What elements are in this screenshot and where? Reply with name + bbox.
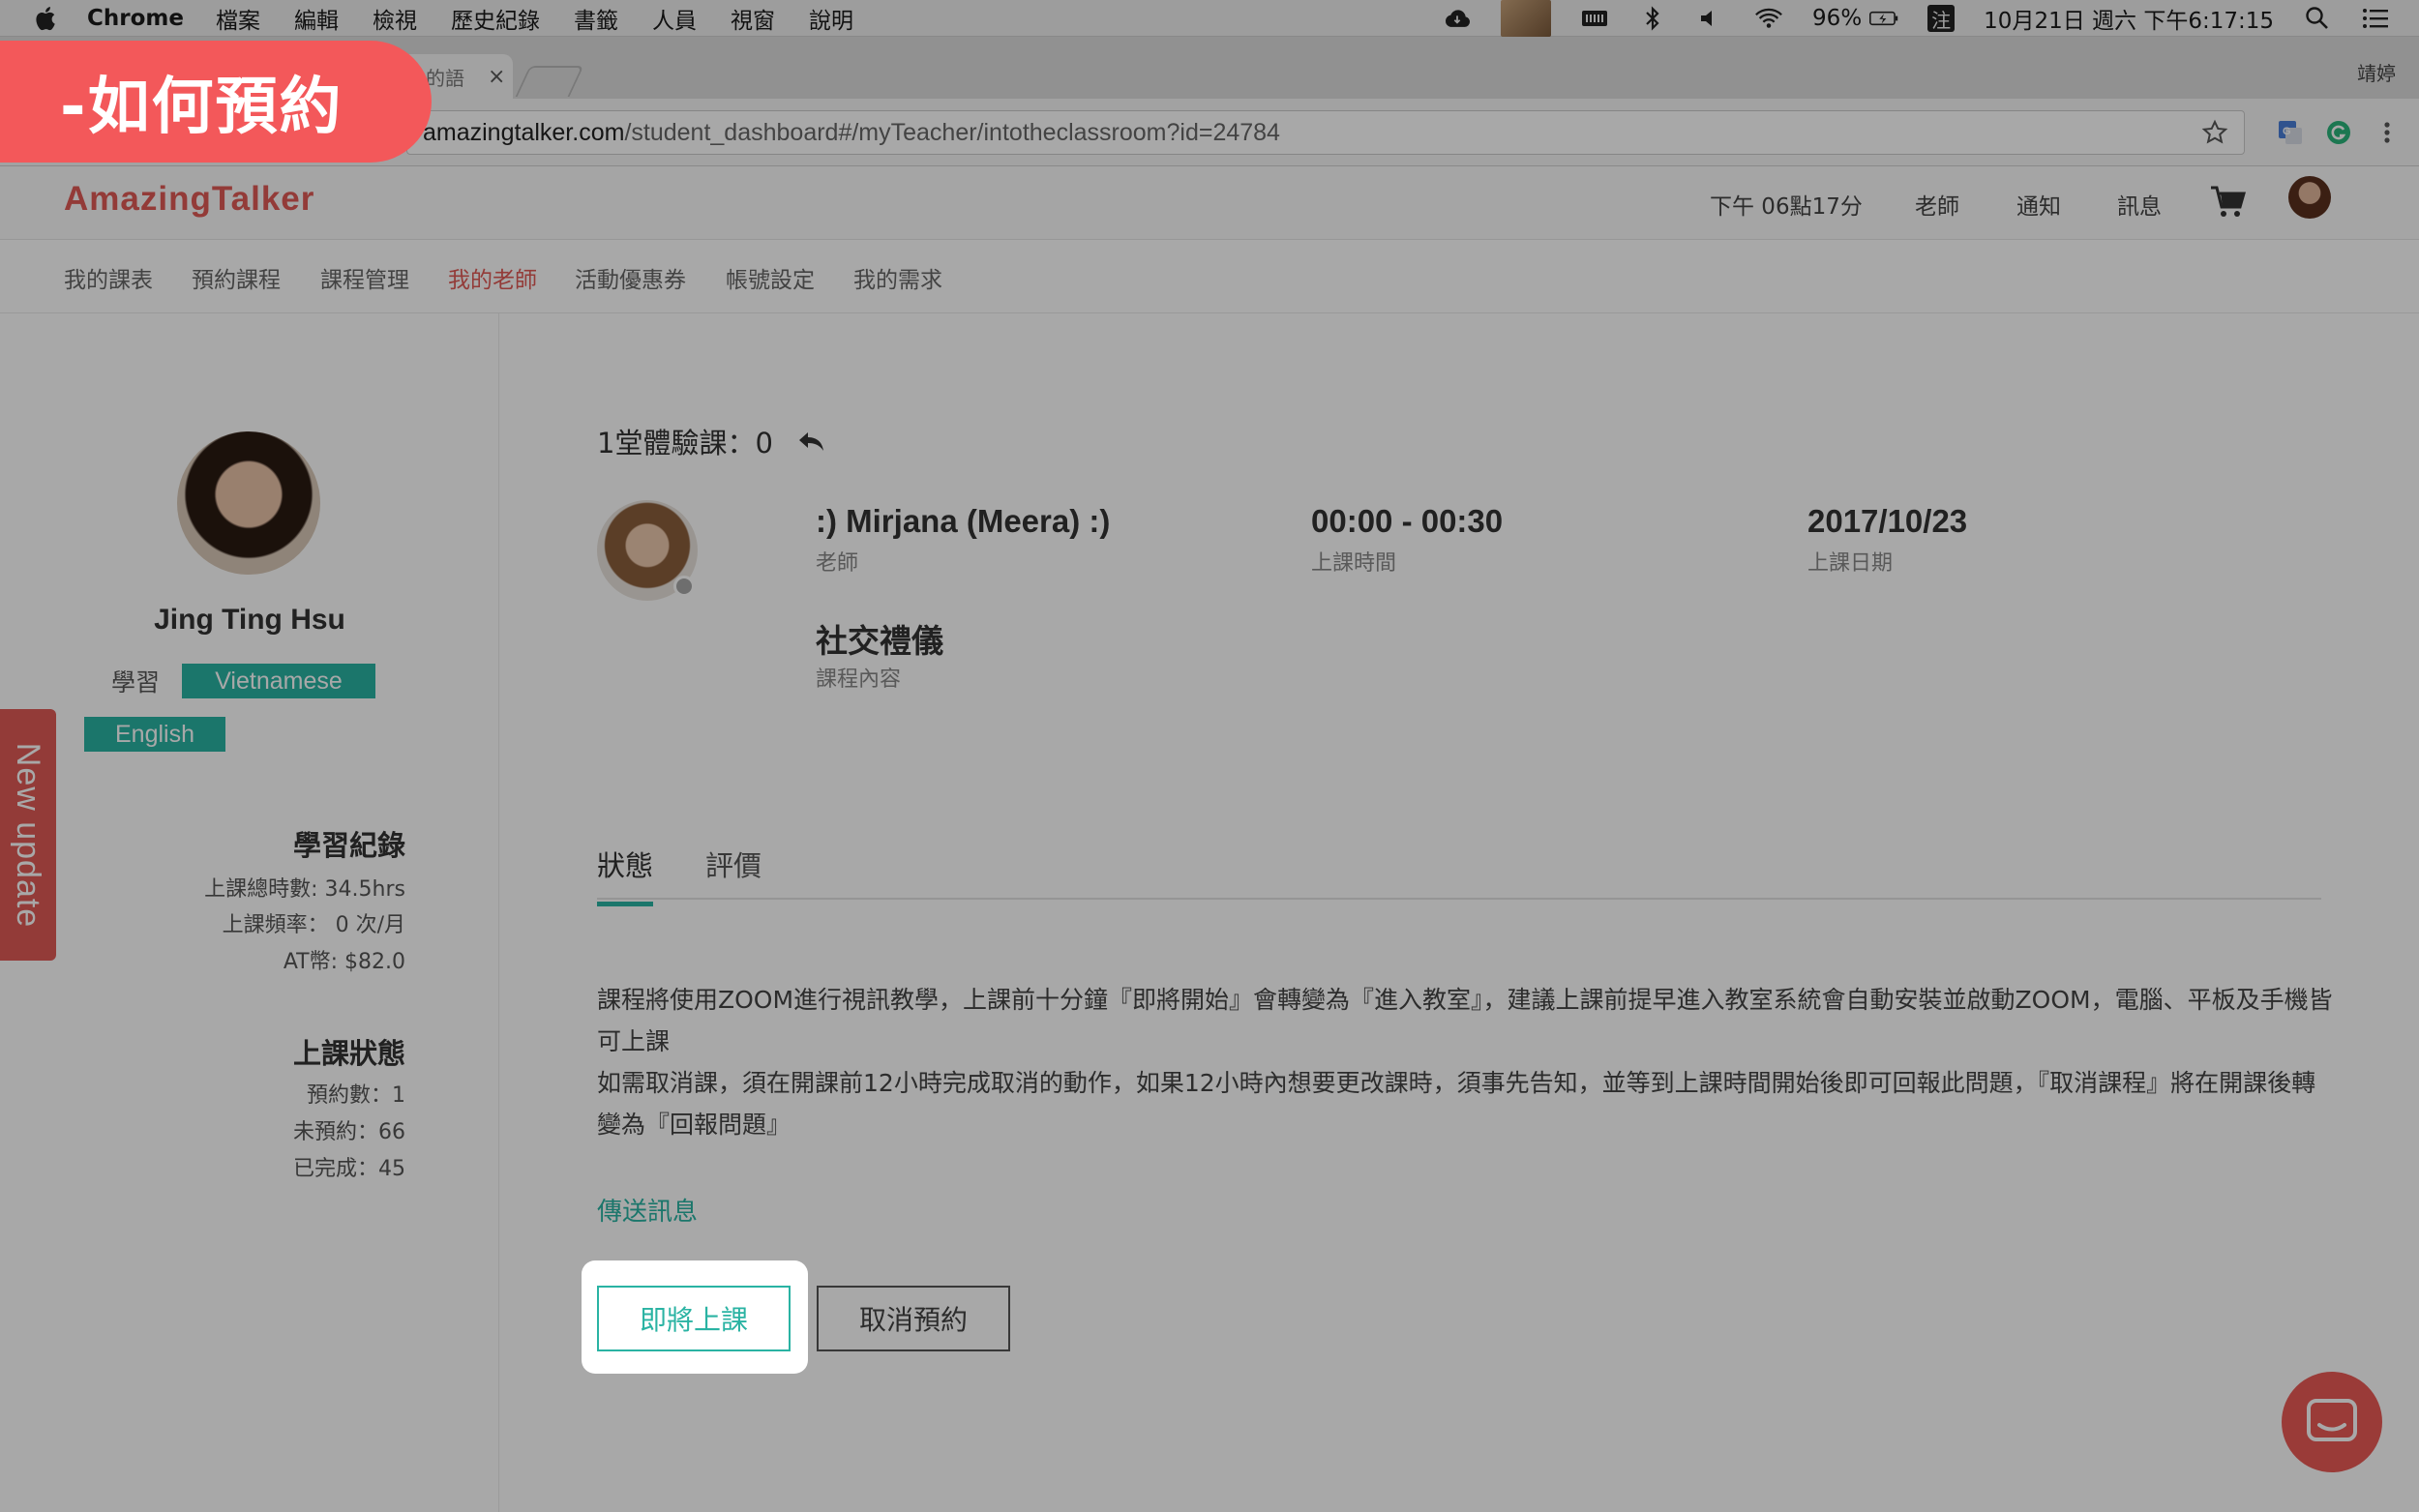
apple-icon[interactable]: [33, 4, 62, 33]
menu-people[interactable]: 人員: [652, 2, 697, 35]
upcoming-class-button[interactable]: 即將上課: [597, 1286, 791, 1351]
tab-title: 的語: [426, 66, 464, 90]
tab-close-icon[interactable]: ×: [488, 65, 505, 89]
volume-icon[interactable]: [1696, 6, 1725, 31]
new-update-label: New update: [10, 742, 47, 928]
menu-view[interactable]: 檢視: [373, 2, 417, 35]
language-tag-vietnamese: Vietnamese: [182, 664, 375, 698]
header-message-link[interactable]: 訊息: [2117, 188, 2162, 221]
subnav-lesson-management[interactable]: 課程管理: [320, 261, 409, 294]
menu-history[interactable]: 歷史紀錄: [451, 2, 540, 35]
translate-extension-icon[interactable]: G: [2276, 118, 2305, 147]
student-name: Jing Ting Hsu: [154, 604, 345, 636]
notification-center-icon[interactable]: [2361, 6, 2390, 31]
learning-label: 學習: [111, 668, 161, 697]
trial-lesson-count-text: 1堂體驗課：0: [597, 427, 773, 460]
at-coin-balance: AT幣: $82.0: [283, 950, 405, 974]
svg-text:G: G: [2283, 126, 2291, 137]
send-message-link[interactable]: 傳送訊息: [597, 1192, 698, 1228]
subnav-book-lesson[interactable]: 預約課程: [192, 261, 281, 294]
completed-count: 已完成：45: [293, 1157, 405, 1181]
subnav-coupons[interactable]: 活動優惠券: [575, 261, 686, 294]
course-content: 社交禮儀: [816, 623, 943, 659]
student-avatar: [177, 431, 320, 575]
menubar-tray: 96% 注 10月21日 週六 下午6:17:15: [1443, 0, 2419, 37]
chrome-profile-name[interactable]: 靖婷: [2357, 58, 2396, 86]
class-date-label: 上課日期: [1807, 551, 1894, 576]
menu-window[interactable]: 視窗: [731, 2, 775, 35]
class-time-label: 上課時間: [1311, 551, 1397, 576]
lesson-frequency: 上課頻率： 0 次/月: [222, 913, 405, 937]
total-hours: 上課總時數: 34.5hrs: [204, 877, 405, 902]
url-path: /student_dashboard#/myTeacher/intothecla…: [624, 118, 1280, 146]
class-time: 00:00 - 00:30: [1311, 503, 1504, 539]
notice-cancellation: 如需取消課，須在開課前12小時完成取消的動作，如果12小時內想要更改課時，須事先…: [597, 1069, 2316, 1139]
tab-status[interactable]: 狀態: [597, 844, 654, 906]
student-sidebar: Jing Ting Hsu 學習 Vietnamese English 學習紀錄…: [0, 313, 499, 1512]
language-tag-english: English: [84, 717, 225, 752]
teacher-label: 老師: [816, 551, 859, 576]
macos-menubar: Chrome 檔案 編輯 檢視 歷史紀錄 書籤 人員 視窗 說明 96% 注 1…: [0, 0, 2419, 37]
menu-bookmarks[interactable]: 書籤: [574, 2, 618, 35]
header-notify-link[interactable]: 通知: [2016, 188, 2061, 221]
menubar-clock[interactable]: 10月21日 週六 下午6:17:15: [1984, 2, 2274, 35]
new-update-tab[interactable]: New update: [0, 709, 56, 961]
url-host: amazingtalker.com: [423, 118, 625, 146]
menu-help[interactable]: 說明: [809, 2, 853, 35]
subnav-my-teachers[interactable]: 我的老師: [448, 261, 537, 294]
header-local-time: 下午 06點17分: [1710, 194, 1863, 220]
site-header: AmazingTalker 下午 06點17分 老師 通知 訊息: [0, 166, 2419, 240]
learning-record-title: 學習紀錄: [292, 829, 405, 862]
trial-lesson-count: 1堂體驗課：0: [597, 421, 827, 461]
dashboard-subnav: 我的課表 預約課程 課程管理 我的老師 活動優惠券 帳號設定 我的需求: [0, 240, 2419, 313]
cart-icon[interactable]: [2208, 182, 2249, 222]
bookmark-star-icon[interactable]: [2201, 119, 2228, 146]
tutorial-title-banner: -如何預約: [0, 41, 432, 163]
notice-zoom: 課程將使用ZOOM進行視訊教學，上課前十分鐘『即將開始』會轉變為『進入教室』，建…: [597, 986, 2333, 1055]
menu-edit[interactable]: 編輯: [294, 2, 339, 35]
input-method-icon[interactable]: 注: [1927, 5, 1956, 32]
cloud-icon[interactable]: [1443, 6, 1472, 31]
back-arrow-icon[interactable]: [796, 427, 827, 456]
menu-chrome[interactable]: Chrome: [87, 6, 184, 31]
battery-monitor-icon[interactable]: [1580, 6, 1609, 31]
battery-charging-icon[interactable]: [1869, 6, 1898, 31]
menu-file[interactable]: 檔案: [216, 2, 260, 35]
amazingtalker-logo[interactable]: AmazingTalker: [64, 180, 314, 219]
unbooked-count: 未預約：66: [293, 1120, 405, 1144]
chat-icon: [2307, 1399, 2357, 1441]
lesson-tabs: 狀態 評價: [597, 836, 2321, 906]
bluetooth-icon[interactable]: [1638, 6, 1667, 31]
lesson-status-title: 上課狀態: [292, 1037, 405, 1070]
tab-reviews[interactable]: 評價: [705, 844, 762, 902]
subnav-account-settings[interactable]: 帳號設定: [726, 261, 815, 294]
tutorial-title: -如何預約: [60, 72, 343, 143]
user-avatar[interactable]: [2288, 176, 2331, 219]
lesson-notice: 課程將使用ZOOM進行視訊教學，上課前十分鐘『即將開始』會轉變為『進入教室』，建…: [597, 979, 2339, 1145]
course-content-label: 課程內容: [816, 667, 902, 692]
cancel-booking-button[interactable]: 取消預約: [817, 1286, 1010, 1351]
header-teacher-link[interactable]: 老師: [1915, 188, 1959, 221]
chat-launcher-button[interactable]: [2282, 1372, 2382, 1472]
new-tab-button[interactable]: [515, 66, 584, 97]
wifi-icon[interactable]: [1754, 6, 1783, 31]
class-date: 2017/10/23: [1807, 503, 1968, 539]
teacher-name[interactable]: :) Mirjana (Meera) :): [816, 503, 1110, 540]
tray-photo-icon[interactable]: [1501, 0, 1552, 37]
booked-count: 預約數：1: [307, 1083, 405, 1108]
chrome-menu-icon[interactable]: [2373, 118, 2402, 147]
address-bar[interactable]: amazingtalker.com/student_dashboard#/myT…: [406, 110, 2245, 155]
battery-percent: 96%: [1812, 6, 1863, 31]
online-status-dot: [673, 576, 695, 597]
subnav-my-schedule[interactable]: 我的課表: [64, 261, 153, 294]
spotlight-search-icon[interactable]: [2303, 6, 2332, 31]
lesson-detail-main: 1堂體驗課：0 :) Mirjana (Meera) :) 老師 00:00 -…: [499, 313, 2419, 1512]
grammarly-extension-icon[interactable]: [2324, 118, 2353, 147]
subnav-my-requests[interactable]: 我的需求: [853, 261, 942, 294]
